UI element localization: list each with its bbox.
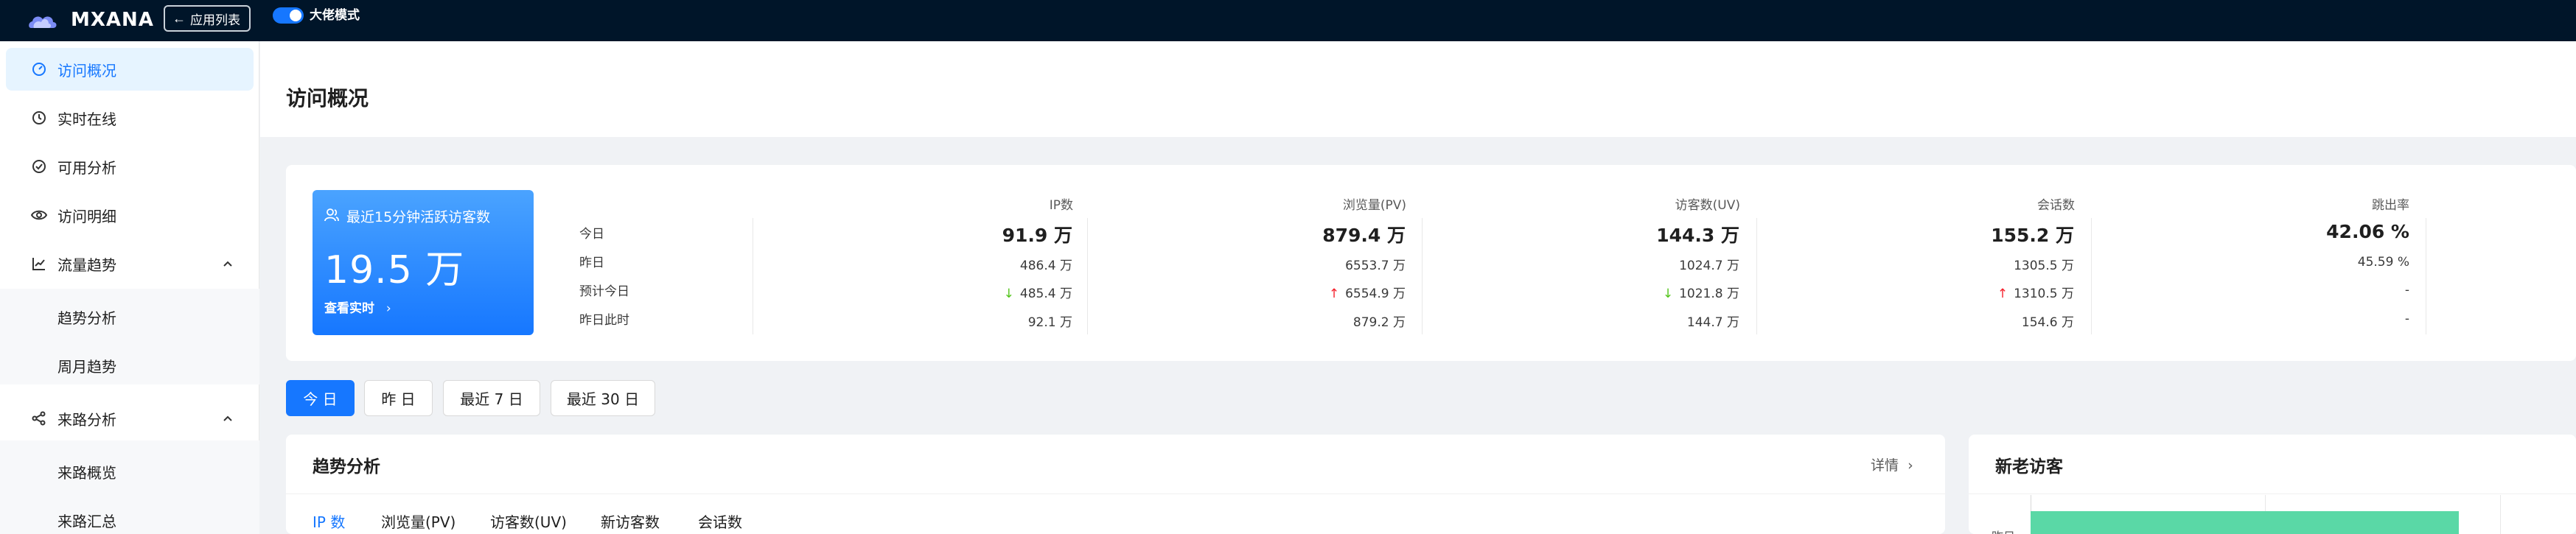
dashboard-icon [31, 61, 47, 77]
stat-header-sessions: 会话数 [2037, 198, 2075, 213]
bar-label-yesterday: 昨日 [1992, 527, 2015, 534]
expert-mode-label: 大佬模式 [310, 8, 360, 23]
stat-bounce-yesterday: 45.59 % [2357, 255, 2409, 270]
row-label-same-time: 昨日此时 [579, 313, 629, 328]
metric-tab-pv[interactable]: 浏览量(PV) [381, 510, 455, 532]
column-divider [1087, 218, 1088, 334]
view-realtime-link[interactable]: 查看实时 › [324, 298, 391, 316]
sidebar-subitem-week-month[interactable]: 周月趋势 [6, 344, 254, 387]
brand-name: MXANA [71, 9, 154, 31]
card-divider [286, 493, 1945, 494]
card-divider [1969, 493, 2576, 494]
sidebar-subitem-source-summary[interactable]: 来路汇总 [6, 499, 254, 534]
share-icon [31, 410, 47, 426]
arrow-down-icon: ↓ [1003, 287, 1014, 301]
metric-tab-new-visitors[interactable]: 新访客数 [601, 510, 660, 532]
chevron-up-icon [223, 415, 232, 421]
logo-icon [29, 16, 57, 28]
check-circle-icon [31, 158, 47, 175]
stat-ip-today: 91.9 万 [1002, 225, 1072, 246]
sidebar-item-realtime[interactable]: 实时在线 [6, 96, 254, 139]
expert-mode-toggle[interactable] [273, 7, 304, 24]
stat-uv-same-time: 144.7 万 [1686, 315, 1739, 330]
stat-uv-today: 144.3 万 [1656, 225, 1739, 246]
stat-ip-same-time: 92.1 万 [1027, 315, 1072, 330]
top-bar: MXANA ← 应用列表 大佬模式 [0, 0, 2576, 41]
date-tab-last-30-days[interactable]: 最近 30 日 [551, 380, 655, 416]
chevron-up-icon [223, 261, 232, 267]
clock-icon [31, 110, 47, 126]
view-realtime-label: 查看实时 [324, 301, 374, 316]
stat-sessions-today: 155.2 万 [1991, 225, 2074, 246]
metric-tab-uv[interactable]: 访客数(UV) [490, 510, 567, 532]
stat-header-pv: 浏览量(PV) [1342, 198, 1406, 213]
sidebar-item-traffic-trend[interactable]: 流量趋势 [6, 242, 254, 285]
row-label-forecast: 预计今日 [579, 284, 629, 299]
sidebar-item-label: 可用分析 [57, 158, 116, 177]
stat-uv-forecast: ↓ 1021.8 万 [1662, 287, 1739, 301]
stat-bounce-today: 42.06 % [2326, 221, 2409, 242]
stat-sessions-same-time: 154.6 万 [2021, 315, 2074, 330]
sidebar-item-source-analysis[interactable]: 来路分析 [6, 397, 254, 440]
stat-pv-forecast: ↑ 6554.9 万 [1328, 287, 1406, 301]
sidebar-item-availability[interactable]: 可用分析 [6, 145, 254, 188]
arrow-up-icon: ↑ [1328, 287, 1340, 301]
live-visitors-box[interactable]: 最近15分钟活跃访客数 19.5 万 查看实时 › [313, 190, 534, 335]
stat-ip-yesterday: 486.4 万 [1019, 259, 1072, 273]
trend-detail-link[interactable]: 详情 › [1871, 454, 1913, 474]
stat-uv-yesterday: 1024.7 万 [1679, 259, 1739, 273]
arrow-up-icon: ↑ [1997, 287, 2008, 301]
stat-header-ip: IP数 [1049, 198, 1073, 213]
page-header [260, 41, 2576, 137]
sidebar-subitem-trend-analysis[interactable]: 趋势分析 [6, 295, 254, 338]
app-list-button[interactable]: ← 应用列表 [164, 5, 251, 32]
stat-bounce-forecast: - [2404, 283, 2409, 298]
stat-header-bounce: 跳出率 [2372, 198, 2409, 213]
arrow-left-icon: ← [172, 11, 186, 26]
stat-sessions-forecast: ↑ 1310.5 万 [1997, 287, 2074, 301]
row-label-today: 今日 [579, 227, 604, 242]
date-tab-last-7-days[interactable]: 最近 7 日 [443, 380, 540, 416]
sidebar-item-overview[interactable]: 访问概况 [6, 48, 254, 91]
visitors-card-title: 新老访客 [1995, 457, 2063, 477]
chevron-right-icon: › [1907, 457, 1913, 474]
sidebar-subitem-source-overview[interactable]: 来路概览 [6, 450, 254, 493]
row-label-yesterday: 昨日 [579, 256, 604, 270]
live-visitors-value: 19.5 万 [324, 248, 465, 292]
stats-card [286, 165, 2576, 361]
live-visitors-title: 最近15分钟活跃访客数 [346, 209, 491, 225]
app-list-label: 应用列表 [190, 13, 240, 27]
metric-tab-ip[interactable]: IP 数 [313, 510, 345, 532]
sidebar-item-visit-detail[interactable]: 访问明细 [6, 194, 254, 236]
chevron-right-icon: › [385, 301, 391, 316]
detail-label: 详情 [1871, 457, 1899, 474]
column-divider [2091, 218, 2092, 334]
sidebar-item-label: 访问概况 [57, 61, 116, 80]
users-icon [324, 208, 339, 222]
date-tab-yesterday[interactable]: 昨 日 [364, 380, 433, 416]
date-tab-today[interactable]: 今 日 [286, 380, 355, 416]
stat-pv-today: 879.4 万 [1322, 225, 1406, 246]
trend-card-title: 趋势分析 [313, 457, 380, 477]
column-divider [1422, 218, 1423, 334]
sidebar-item-label: 来路分析 [57, 410, 116, 429]
column-divider [1756, 218, 1757, 334]
stat-bounce-same-time: - [2404, 312, 2409, 326]
sidebar-item-label: 实时在线 [57, 110, 116, 128]
arrow-down-icon: ↓ [1662, 287, 1674, 301]
sidebar-item-label: 流量趋势 [57, 256, 116, 274]
stat-ip-forecast: ↓ 485.4 万 [1003, 287, 1072, 301]
line-chart-icon [31, 256, 47, 272]
stat-header-uv: 访客数(UV) [1675, 198, 1740, 213]
stat-sessions-yesterday: 1305.5 万 [2014, 259, 2074, 273]
stat-pv-yesterday: 6553.7 万 [1345, 259, 1406, 273]
metric-tab-sessions[interactable]: 会话数 [698, 510, 742, 532]
sidebar-item-label: 访问明细 [57, 207, 116, 225]
stat-pv-same-time: 879.2 万 [1352, 315, 1406, 330]
eye-icon [31, 207, 47, 223]
page-title: 访问概况 [286, 86, 369, 110]
chart-grid-line [2500, 495, 2501, 534]
visitors-bar[interactable] [2031, 511, 2459, 534]
